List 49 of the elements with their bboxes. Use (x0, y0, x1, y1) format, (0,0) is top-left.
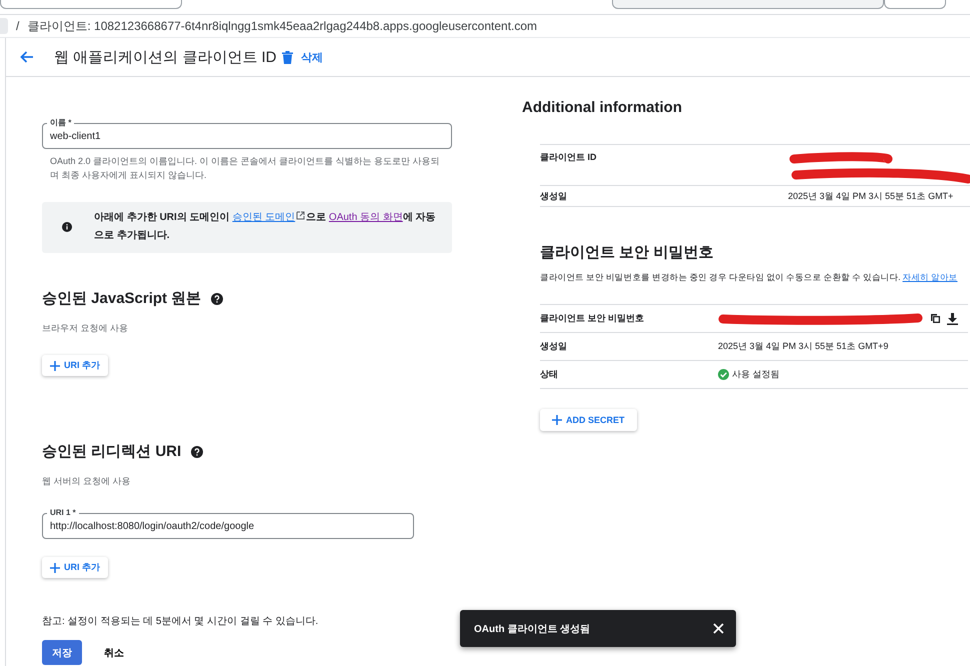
row-label: 클라이언트 ID (540, 151, 598, 164)
note-text: 참고: 설정이 적용되는 데 5분에서 몇 시간이 걸릴 수 있습니다. (42, 615, 320, 628)
row-label: 생성일 (540, 190, 568, 202)
external-link-icon (296, 211, 306, 220)
secret-description: 클라이언트 보안 비밀번호를 변경하는 중인 경우 다운타임 없이 수동으로 순환할 수 있습니다. 자세히 알아보 (540, 272, 958, 284)
info-icon (62, 221, 72, 233)
section-title: 승인된 리디렉션 URI (42, 442, 182, 461)
breadcrumb-separator: / (16, 19, 20, 33)
row-label: 생성일 (540, 340, 568, 353)
browser-tab[interactable] (0, 0, 182, 9)
save-button[interactable]: 저장 (42, 640, 82, 665)
cancel-button[interactable]: 취소 (100, 646, 128, 660)
uri-field[interactable]: URI 1 * http://localhost:8080/login/oauth2/code/google (42, 508, 414, 539)
add-uri-button[interactable]: URI 추가 (42, 355, 108, 376)
consent-screen-link[interactable]: OAuth 동의 화면 (328, 212, 403, 223)
helper-text: OAuth 2.0 클라이언트의 이름입니다. 이 이름은 콘솔에서 클라이언트를 식별하는 용도로만 사용되며 최종 사용자에게 표시되지 않습니다. (50, 155, 441, 182)
section-title: 클라이언트 보안 비밀번호 (540, 243, 714, 262)
help-icon[interactable] (191, 446, 204, 458)
breadcrumb-text: 클라이언트: 1082123668677-6t4nr8iqlngg1smk45eaa2rlgag244b8.apps.googleusercontent.com (27, 18, 538, 34)
download-icon[interactable] (947, 312, 958, 324)
field-label: URI 1 * (47, 508, 79, 518)
page-title: 웹 애플리케이션의 클라이언트 ID (54, 48, 278, 66)
field-label: 이름 * (47, 118, 74, 128)
section-subtitle: 웹 서버의 요청에 사용 (42, 475, 132, 488)
trash-icon (282, 50, 293, 64)
toolbar-button[interactable] (884, 0, 946, 9)
section-title: 승인된 JavaScript 원본 (42, 289, 202, 308)
name-field[interactable]: 이름 * web-client1 (42, 118, 452, 149)
status-text: 사용 설정됨 (732, 368, 780, 381)
delete-button[interactable]: 삭제 (282, 50, 323, 64)
back-button[interactable] (20, 51, 34, 63)
help-icon[interactable] (211, 292, 224, 304)
learn-more-link[interactable]: 자세히 알아보 (902, 272, 958, 282)
plus-icon (50, 562, 60, 572)
row-label: 클라이언트 보안 비밀번호 (540, 312, 646, 325)
add-secret-button[interactable]: ADD SECRET (540, 409, 637, 431)
close-button[interactable] (713, 623, 724, 634)
toast-message: OAuth 클라이언트 생성됨 (474, 622, 590, 636)
notice-text: 아래에 추가한 URI의 도메인이 승인된 도메인 으로 OAuth 동의 화면에 자동으로 추가됩니다. (94, 210, 437, 243)
row-value: 2025년 3월 4일 PM 3시 55분 51초 GMT+9 (718, 340, 888, 353)
section-subtitle: 브라우저 요청에 사용 (42, 322, 130, 335)
section-title: Additional information (522, 99, 683, 116)
plus-icon (552, 415, 562, 425)
copy-icon[interactable] (930, 313, 941, 324)
add-uri-button[interactable]: URI 추가 (42, 557, 108, 578)
authorized-domain-link[interactable]: 승인된 도메인 (232, 212, 296, 223)
row-label: 상태 (540, 368, 559, 381)
row-value: 2025년 3월 4일 PM 3시 55분 51초 GMT+ (788, 190, 954, 202)
plus-icon (50, 360, 60, 370)
